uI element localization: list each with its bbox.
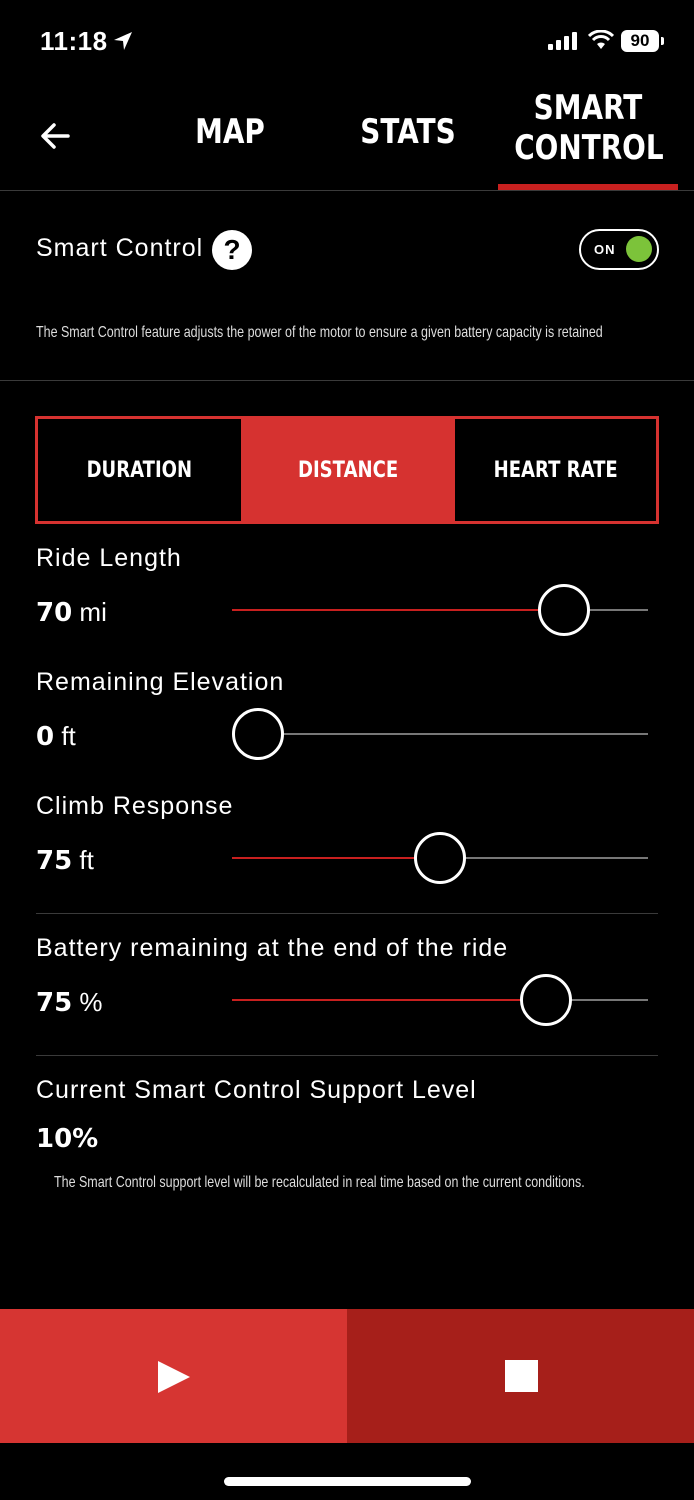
toggle-knob (626, 236, 652, 262)
segment-heart-rate[interactable]: HEART RATE (455, 419, 656, 521)
mode-segmented-control: DURATION DISTANCE HEART RATE (35, 416, 659, 524)
stop-icon (505, 1360, 538, 1392)
home-indicator[interactable] (224, 1477, 471, 1486)
wifi-icon (588, 30, 614, 49)
remaining-elevation-number: 0 (36, 722, 55, 752)
climb-response-thumb[interactable] (414, 832, 466, 884)
ride-length-unit: mi (79, 597, 107, 627)
remaining-elevation-label: Remaining Elevation (36, 668, 285, 696)
climb-response-value: 75 ft (36, 845, 94, 876)
climb-response-label: Climb Response (36, 792, 234, 820)
smart-control-label: Smart Control (36, 234, 204, 262)
climb-response-unit: ft (79, 845, 94, 875)
climb-response-number: 75 (36, 846, 73, 876)
remaining-elevation-thumb[interactable] (232, 708, 284, 760)
play-icon (158, 1361, 190, 1393)
battery-cap (661, 37, 664, 45)
battery-indicator: 90 (621, 30, 659, 52)
segment-distance[interactable]: DISTANCE (241, 419, 455, 521)
segment-distance-label: DISTANCE (297, 457, 399, 483)
battery-remaining-thumb[interactable] (519, 974, 572, 1026)
tab-smart-line1: SMART (533, 88, 643, 128)
row-divider (36, 913, 658, 914)
climb-response-fill (232, 857, 440, 859)
tab-smart-control[interactable]: SMART CONTROL (514, 88, 664, 168)
segment-duration-label: DURATION (86, 457, 193, 483)
back-arrow-icon[interactable] (34, 114, 78, 158)
remaining-elevation-slider[interactable] (232, 733, 648, 735)
battery-remaining-label: Battery remaining at the end of the ride (36, 934, 509, 962)
segment-heart-rate-label: HEART RATE (493, 457, 618, 483)
segment-duration[interactable]: DURATION (38, 419, 241, 521)
cellular-signal-icon (548, 32, 577, 50)
battery-remaining-value: 75 % (36, 987, 103, 1018)
section-divider (0, 380, 694, 381)
battery-remaining-fill (232, 999, 546, 1001)
status-time: 11:18 (40, 26, 108, 56)
battery-remaining-number: 75 (36, 988, 73, 1018)
ride-length-value: 70 mi (36, 597, 107, 628)
tab-smart-line2: CONTROL (514, 128, 664, 168)
support-level-label: Current Smart Control Support Level (36, 1076, 477, 1104)
tab-map[interactable]: MAP (181, 112, 279, 152)
support-level-value: 10% (36, 1124, 99, 1154)
row-divider (36, 1055, 658, 1056)
ride-length-number: 70 (36, 598, 73, 628)
ride-length-label: Ride Length (36, 544, 182, 572)
battery-remaining-slider[interactable] (232, 999, 648, 1001)
remaining-elevation-unit: ft (61, 721, 76, 751)
remaining-elevation-value: 0 ft (36, 721, 76, 752)
nav-divider (0, 190, 694, 191)
ride-length-thumb[interactable] (537, 584, 590, 636)
ride-length-fill (232, 609, 564, 611)
toggle-state-text: ON (594, 242, 616, 257)
question-icon[interactable]: ? (212, 230, 252, 270)
battery-remaining-unit: % (79, 987, 103, 1017)
smart-control-description: The Smart Control feature adjusts the po… (36, 324, 603, 341)
tab-stats[interactable]: STATS (359, 112, 457, 152)
support-level-note: The Smart Control support level will be … (54, 1174, 585, 1191)
location-arrow-icon (114, 32, 132, 50)
